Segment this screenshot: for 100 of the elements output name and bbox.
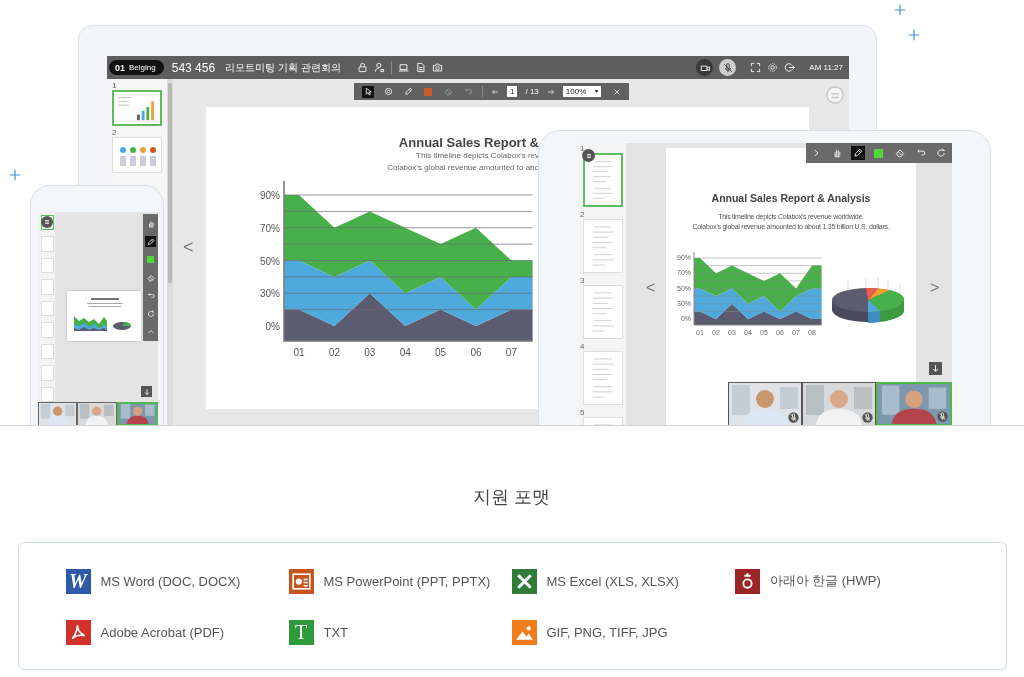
- next-arrow[interactable]: >: [930, 279, 940, 297]
- menu-icon: [584, 151, 593, 160]
- pdf-icon: [65, 619, 91, 645]
- menu-button[interactable]: [582, 149, 595, 162]
- text-file-icon: T: [288, 619, 314, 645]
- eraser-icon: [894, 148, 905, 158]
- slide-title: Annual Sales Report &: [398, 135, 539, 150]
- hand-icon: [146, 219, 155, 228]
- axis-label: 07: [505, 347, 517, 358]
- format-label: MS Excel (XLS, XLSX): [546, 573, 679, 589]
- axis-label: 50%: [260, 255, 280, 267]
- format-label: MS Word (DOC, DOCX): [100, 573, 241, 589]
- axis-label: 02: [328, 347, 340, 358]
- scrollbar[interactable]: [167, 79, 173, 425]
- undo-icon: [915, 148, 926, 158]
- microphone-button[interactable]: [719, 59, 737, 76]
- format-label: MS PowerPoint (PPT, PPTX): [323, 573, 491, 589]
- down-arrow-icon: [142, 387, 151, 396]
- video-tile[interactable]: [876, 382, 952, 425]
- undo-icon: [463, 87, 473, 96]
- video-tile[interactable]: [802, 382, 876, 425]
- format-label: Adobe Acrobat (PDF): [100, 624, 225, 640]
- axis-label: 90%: [260, 190, 280, 201]
- tool-button[interactable]: [145, 236, 156, 247]
- format-label: 아래아 한글 (HWP): [769, 572, 881, 590]
- user-lock-icon[interactable]: [373, 62, 385, 73]
- tool-button[interactable]: [851, 146, 866, 160]
- download-button[interactable]: [929, 362, 942, 375]
- tool-button[interactable]: [362, 85, 374, 98]
- camera-icon[interactable]: [431, 62, 443, 73]
- video-tile[interactable]: [38, 402, 78, 425]
- caret-icon: [594, 89, 600, 94]
- pen-icon: [146, 237, 155, 246]
- exit-icon[interactable]: [784, 62, 796, 73]
- mic-off-icon[interactable]: [937, 411, 948, 422]
- page-field[interactable]: 1: [507, 86, 518, 97]
- document-icon[interactable]: [414, 62, 426, 73]
- axis-label: 30%: [260, 288, 280, 300]
- mic-off-icon: [722, 62, 733, 73]
- page-number: 1: [112, 81, 118, 90]
- axis-label: 01: [293, 347, 305, 358]
- hand-icon: [832, 148, 843, 158]
- page-number: 2: [112, 128, 118, 137]
- room-code: 543 456: [171, 60, 216, 75]
- image-file-icon: [511, 619, 537, 645]
- axis-label: 70%: [260, 222, 280, 234]
- video-camera-icon: [699, 62, 710, 73]
- cursor-icon: [363, 87, 373, 96]
- page-number: 1: [580, 144, 586, 153]
- page-number: 3: [580, 276, 586, 285]
- meeting-location: Beiging: [129, 63, 156, 72]
- pen-icon: [853, 148, 864, 158]
- hangul-document-icon: [734, 568, 760, 594]
- video-button[interactable]: [696, 59, 714, 76]
- page-thumbnail[interactable]: [112, 90, 162, 126]
- axis-label: 06: [470, 347, 482, 358]
- video-tile[interactable]: [728, 382, 802, 425]
- zoom-dropdown[interactable]: 100%: [562, 86, 602, 97]
- menu-icon: [43, 218, 51, 226]
- axis-label: 04: [399, 347, 411, 358]
- page-total: / 13: [525, 87, 539, 96]
- laptop-icon[interactable]: [397, 62, 409, 73]
- eraser-icon: [146, 273, 155, 282]
- close-icon[interactable]: [613, 87, 622, 96]
- presentation-icon: [288, 568, 314, 594]
- page-number: 4: [580, 342, 586, 351]
- meeting-number: 01: [115, 62, 125, 73]
- next-page-icon[interactable]: [546, 87, 555, 96]
- word-document-icon: W: [65, 568, 91, 594]
- fullscreen-icon[interactable]: [750, 62, 762, 73]
- clock-time: AM 11:27: [809, 63, 843, 72]
- target-icon: [383, 87, 393, 96]
- axis-label: 05: [435, 347, 447, 358]
- video-tile[interactable]: [77, 402, 117, 425]
- rotate-icon: [146, 309, 155, 318]
- page-number: 5: [580, 408, 586, 417]
- previous-arrow[interactable]: <: [183, 237, 194, 258]
- pen-icon: [403, 87, 413, 96]
- axis-label: 03: [364, 347, 376, 358]
- lock-icon[interactable]: [356, 62, 368, 73]
- rotate-icon: [936, 148, 947, 158]
- plus-icon: [9, 169, 21, 181]
- plus-icon: [908, 29, 920, 41]
- mic-off-icon[interactable]: [862, 412, 873, 423]
- download-button[interactable]: [141, 386, 152, 397]
- video-tile[interactable]: [116, 402, 158, 425]
- axis-label: 0%: [265, 321, 280, 332]
- previous-arrow[interactable]: <: [646, 279, 656, 297]
- undo-icon: [146, 291, 155, 300]
- mic-off-icon[interactable]: [788, 412, 799, 423]
- slide-title: Annual Sales Report & Analysis: [711, 192, 871, 204]
- meeting-title: 리모트미팅 기획 관련회의: [225, 60, 341, 75]
- eraser-icon: [443, 87, 453, 96]
- previous-page-icon[interactable]: [491, 87, 499, 96]
- down-arrow-icon: [931, 364, 940, 373]
- spreadsheet-icon: [511, 568, 537, 594]
- section-title: 지원 포맷: [473, 486, 551, 509]
- format-label: TXT: [323, 624, 349, 640]
- settings-icon[interactable]: [767, 62, 779, 73]
- page-thumbnail[interactable]: [583, 153, 623, 207]
